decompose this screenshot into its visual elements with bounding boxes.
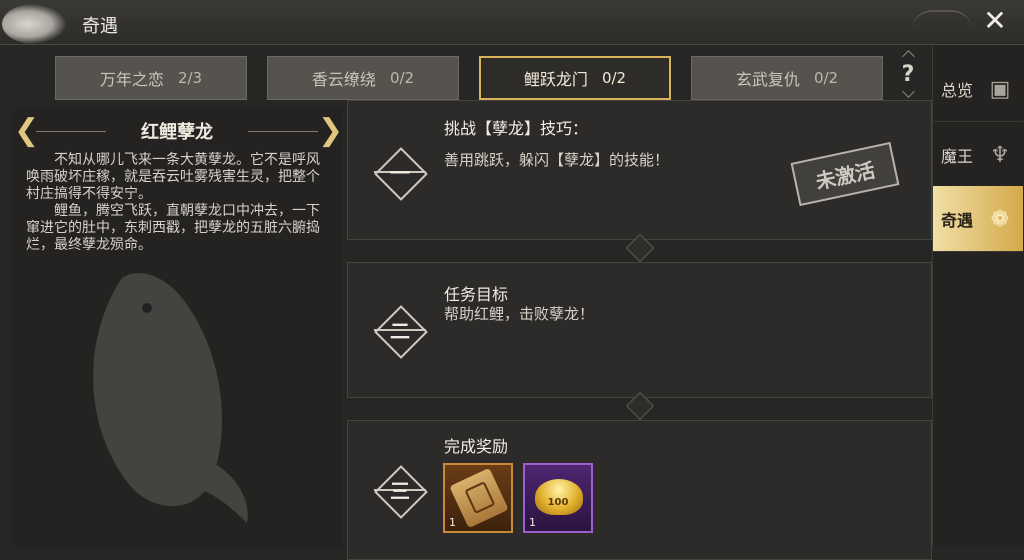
scroll-icon [449,467,509,529]
help-button[interactable]: ? [895,50,921,98]
reward-item-gold[interactable]: 100 1 [523,463,593,533]
sidebar-item-label: 奇遇 [941,210,974,230]
carp-watermark-icon [93,273,248,523]
step-emblem-two: 二 [370,301,430,361]
sidebar-item-adventure[interactable]: 奇遇 ❁ [933,186,1023,252]
tab-xiangyun[interactable]: 香云缭绕 0/2 [267,56,459,100]
step-emblem-one: 一 [370,143,430,203]
title-divider [248,131,318,132]
adventure-icon: ❁ [990,206,1010,232]
cloud-emblem-icon [2,4,66,44]
tab-wannian[interactable]: 万年之恋 2/3 [55,56,247,100]
window-title: 奇遇 [82,16,118,37]
demon-king-icon: ♆ [990,142,1010,168]
story-paragraph: 不知从哪儿飞来一条大黄孽龙。它不是呼风唤雨破坏庄稼，就是吞云吐雾残害生灵，把整个… [26,152,320,202]
step-panel-rewards: 三 完成奖励 [347,420,932,560]
close-button[interactable]: ✕ [980,6,1010,36]
game-window: 奇遇 ✕ 万年之恋 2/3 香云缭绕 0/2 鲤跃龙门 0/2 玄武复仇 0/2… [0,0,1024,560]
tab-count: 0/2 [813,69,839,87]
story-text: 不知从哪儿飞来一条大黄孽龙。它不是呼风唤雨破坏庄稼，就是吞云吐雾残害生灵，把整个… [26,152,332,254]
reward-quantity: 1 [529,516,536,529]
tab-count: 0/2 [389,69,415,87]
sidebar-item-demon-king[interactable]: 魔王 ♆ [933,122,1023,188]
overview-icon: ▣ [989,76,1011,102]
next-story-button[interactable]: ❯ [318,112,342,150]
step-number: 一 [390,161,410,185]
reward-quantity: 1 [449,516,456,529]
tab-label: 万年之恋 [99,70,164,89]
sidebar-item-label: 总览 [941,80,974,100]
step-number: 二 [390,319,410,343]
step-description: 善用跳跃，躲闪【孽龙】的技能！ [444,151,670,169]
step-title: 完成奖励 [444,437,509,456]
story-panel: ❮ 红鲤孽龙 ❯ 不知从哪儿飞来一条大黄孽龙。它不是呼风唤雨破坏庄稼，就是吞云吐… [12,108,342,548]
story-header: ❮ 红鲤孽龙 ❯ [12,112,342,152]
step-title: 任务目标 [444,285,509,304]
cloud-ornament-icon [912,10,972,36]
tab-count: 2/3 [177,69,203,87]
title-bar: 奇遇 ✕ [0,0,1024,45]
tab-xuanwu[interactable]: 玄武复仇 0/2 [691,56,883,100]
tab-label: 香云缭绕 [311,70,376,89]
step-panel-objective: 二 任务目标 帮助红鲤，击败孽龙！ [347,262,932,398]
gold-ingot-label: 100 [547,497,569,508]
tab-label: 玄武复仇 [735,70,800,89]
step-number: 三 [390,479,410,503]
tab-count: 0/2 [601,69,627,87]
sidebar-item-overview[interactable]: 总览 ▣ [933,56,1023,122]
story-paragraph: 鲤鱼，腾空飞跃，直朝孽龙口中冲去，一下窜进它的肚中，东刺西戳，把孽龙的五脏六腑捣… [26,203,320,253]
tab-label: 鲤跃龙门 [523,70,588,89]
side-nav: 总览 ▣ 魔王 ♆ 奇遇 ❁ [932,46,1024,546]
sidebar-item-label: 魔王 [941,146,974,166]
tab-liyue[interactable]: 鲤跃龙门 0/2 [479,56,671,100]
step-description: 帮助红鲤，击败孽龙！ [444,305,595,323]
step-emblem-three: 三 [370,461,430,521]
reward-item-scroll[interactable]: 1 [443,463,513,533]
step-title: 挑战【孽龙】技巧： [444,119,589,138]
